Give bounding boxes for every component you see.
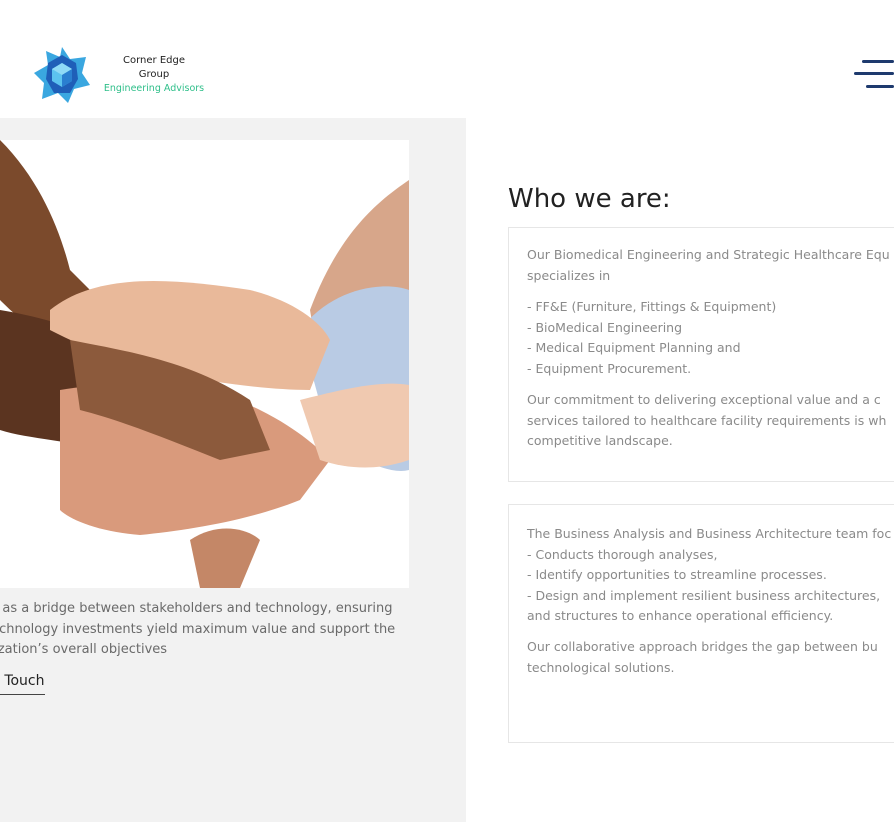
card2-line-1: The Business Analysis and Business Archi…: [527, 526, 892, 541]
hamburger-menu-icon[interactable]: [854, 58, 894, 94]
star-cube-logo-icon[interactable]: [32, 45, 92, 105]
card2-outro-line-2: technological solutions.: [527, 659, 675, 675]
card2-outro: Our collaborative approach bridges the g…: [527, 637, 878, 678]
card2-line-2: - Conducts thorough analyses,: [527, 546, 718, 562]
card1-outro-line-1: Our commitment to delivering exceptional…: [527, 392, 881, 407]
site-header: Corner Edge Group Engineering Advisors: [0, 0, 894, 118]
brand-tagline: Engineering Advisors: [103, 83, 205, 94]
hero-line-1: ct as a bridge between stakeholders and …: [0, 601, 393, 616]
card1-services-list: - FF&E (Furniture, Fittings & Equipment)…: [527, 297, 776, 379]
get-in-touch-link[interactable]: n Touch: [0, 673, 45, 695]
stacked-hands-photo: [0, 140, 409, 588]
card2-intro: The Business Analysis and Business Archi…: [527, 524, 891, 627]
brand-line-2: Group: [138, 69, 170, 80]
section-title: Who we are:: [508, 184, 671, 214]
brand-name[interactable]: Corner Edge Group Engineering Advisors: [100, 54, 208, 96]
card1-outro: Our commitment to delivering exceptional…: [527, 390, 886, 452]
list-item: - FF&E (Furniture, Fittings & Equipment): [527, 299, 777, 314]
hero-line-3: nization’s overall objectives: [0, 642, 168, 657]
hero-panel: ct as a bridge between stakeholders and …: [0, 118, 466, 822]
card2-line-3: - Identify opportunities to streamline p…: [527, 567, 827, 582]
list-item: - BioMedical Engineering: [527, 319, 683, 335]
card2-line-5: and structures to enhance operational ef…: [527, 608, 834, 623]
card1-outro-line-3: competitive landscape.: [527, 433, 673, 448]
card1-intro: Our Biomedical Engineering and Strategic…: [527, 245, 890, 286]
card2-line-4: - Design and implement resilient busines…: [527, 587, 881, 603]
card1-intro-line-1: Our Biomedical Engineering and Strategic…: [527, 247, 890, 262]
hero-line-2: technology investments yield maximum val…: [0, 621, 396, 637]
card1-outro-line-2: services tailored to healthcare facility…: [527, 412, 887, 428]
hero-description: ct as a bridge between stakeholders and …: [0, 599, 426, 661]
list-item: - Equipment Procurement.: [527, 360, 692, 376]
brand-line-1: Corner Edge: [123, 55, 185, 66]
biomedical-card: Our Biomedical Engineering and Strategic…: [508, 227, 894, 482]
card1-intro-line-2: specializes in: [527, 267, 611, 283]
list-item: - Medical Equipment Planning and: [527, 340, 741, 355]
business-analysis-card: The Business Analysis and Business Archi…: [508, 504, 894, 743]
card2-outro-line-1: Our collaborative approach bridges the g…: [527, 639, 878, 654]
